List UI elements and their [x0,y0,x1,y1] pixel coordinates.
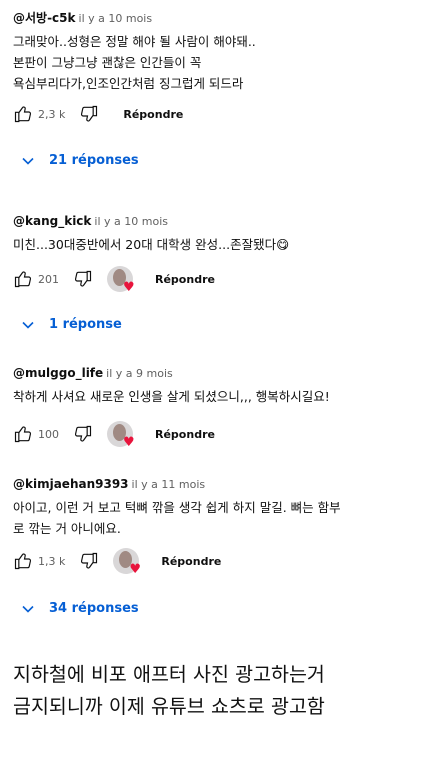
comment-author[interactable]: @서방-c5k [13,11,76,25]
comment-actions: 2,3 k Répondre [13,101,413,127]
heart-icon: ♥ [129,562,142,577]
like-count: 1,3 k [38,554,66,568]
view-replies-button[interactable]: 21 réponses [21,153,139,168]
reply-button[interactable]: Répondre [155,428,215,441]
comment-time[interactable]: il y a 9 mois [106,367,173,380]
chevron-down-icon [22,321,34,329]
comment-text: 그래맞아..성형은 정말 해야 될 사람이 해야돼.. 본판이 그냥그냥 괜찮은… [13,31,413,94]
comment-actions: 201 ♥ Répondre [13,266,413,295]
comment-author[interactable]: @kimjaehan9393 [13,477,129,491]
comment-4: @kimjaehan9393 il y a 11 mois 아이고, 이런 거 보… [13,476,413,577]
like-count: 201 [38,272,59,286]
comment-text-line: 그래맞아..성형은 정말 해야 될 사람이 해야돼.. [13,34,256,49]
thumb-up-icon[interactable] [13,551,33,571]
heart-icon: ♥ [123,435,135,450]
comment-text-line: 본판이 그냥그냥 괜찮은 인간들이 꼭 [13,55,202,70]
replies-count-label: 1 réponse [49,317,122,332]
comment-header: @서방-c5k il y a 10 mois [13,10,413,27]
reply-button[interactable]: Répondre [155,273,215,286]
reply-button[interactable]: Répondre [123,108,183,121]
comment-time[interactable]: il y a 10 mois [94,215,168,228]
comment-text-line: 욕심부리다가,인조인간처럼 징그럽게 되드라 [13,76,244,91]
comment-header: @kimjaehan9393 il y a 11 mois [13,476,413,493]
comment-time[interactable]: il y a 11 mois [132,478,206,491]
thumb-down-icon[interactable] [79,104,99,124]
replies-count-label: 34 réponses [49,601,139,616]
thumb-down-icon[interactable] [73,269,93,289]
caption-line: 지하철에 비포 애프터 사진 광고하는거 [13,663,325,686]
post-caption: 지하철에 비포 애프터 사진 광고하는거 금지되니까 이제 유튜브 쇼츠로 광고… [13,659,418,723]
comment-header: @kang_kick il y a 10 mois [13,213,413,230]
comment-text-line: 미친...30대중반에서 20대 대학생 완성...존잘됐다😋 [13,237,290,252]
thumb-down-icon[interactable] [73,424,93,444]
like-count: 2,3 k [38,107,66,121]
creator-avatar: ♥ [113,548,142,577]
creator-avatar: ♥ [107,421,135,450]
comment-2: @kang_kick il y a 10 mois 미친...30대중반에서 20… [13,213,413,295]
chevron-down-icon [22,605,34,613]
replies-count-label: 21 réponses [49,153,139,168]
view-replies-button[interactable]: 34 réponses [21,601,139,616]
comment-3: @mulggo_life il y a 9 mois 착하게 사셔요 새로운 인생… [13,365,413,450]
thumb-up-icon[interactable] [13,424,33,444]
comment-text-line: 아이고, 이런 거 보고 턱뼈 깎을 생각 쉽게 하지 말길. 뼈는 함부 [13,500,341,515]
thumb-up-icon[interactable] [13,269,33,289]
heart-icon: ♥ [123,280,135,295]
thumb-down-icon[interactable] [79,551,99,571]
reply-button[interactable]: Répondre [161,555,221,568]
comment-text-line: 착하게 사셔요 새로운 인생을 살게 되셨으니,,, 행복하시길요! [13,389,330,404]
creator-avatar: ♥ [107,266,135,295]
comment-text: 아이고, 이런 거 보고 턱뼈 깎을 생각 쉽게 하지 말길. 뼈는 함부 로 … [13,497,413,539]
like-count: 100 [38,427,59,441]
comment-time[interactable]: il y a 10 mois [79,12,153,25]
chevron-down-icon [22,157,34,165]
comment-text: 착하게 사셔요 새로운 인생을 살게 되셨으니,,, 행복하시길요! [13,386,413,407]
comment-author[interactable]: @mulggo_life [13,366,103,380]
comment-actions: 1,3 k ♥ Répondre [13,548,413,577]
thumb-up-icon[interactable] [13,104,33,124]
caption-line: 금지되니까 이제 유튜브 쇼츠로 광고함 [13,695,325,718]
view-replies-button[interactable]: 1 réponse [21,317,122,332]
comment-1: @서방-c5k il y a 10 mois 그래맞아..성형은 정말 해야 될 … [13,10,413,127]
comment-author[interactable]: @kang_kick [13,214,91,228]
comment-text-line: 로 깎는 거 아니에요. [13,521,121,536]
comment-header: @mulggo_life il y a 9 mois [13,365,413,382]
comment-actions: 100 ♥ Répondre [13,421,413,450]
comment-text: 미친...30대중반에서 20대 대학생 완성...존잘됐다😋 [13,234,413,255]
